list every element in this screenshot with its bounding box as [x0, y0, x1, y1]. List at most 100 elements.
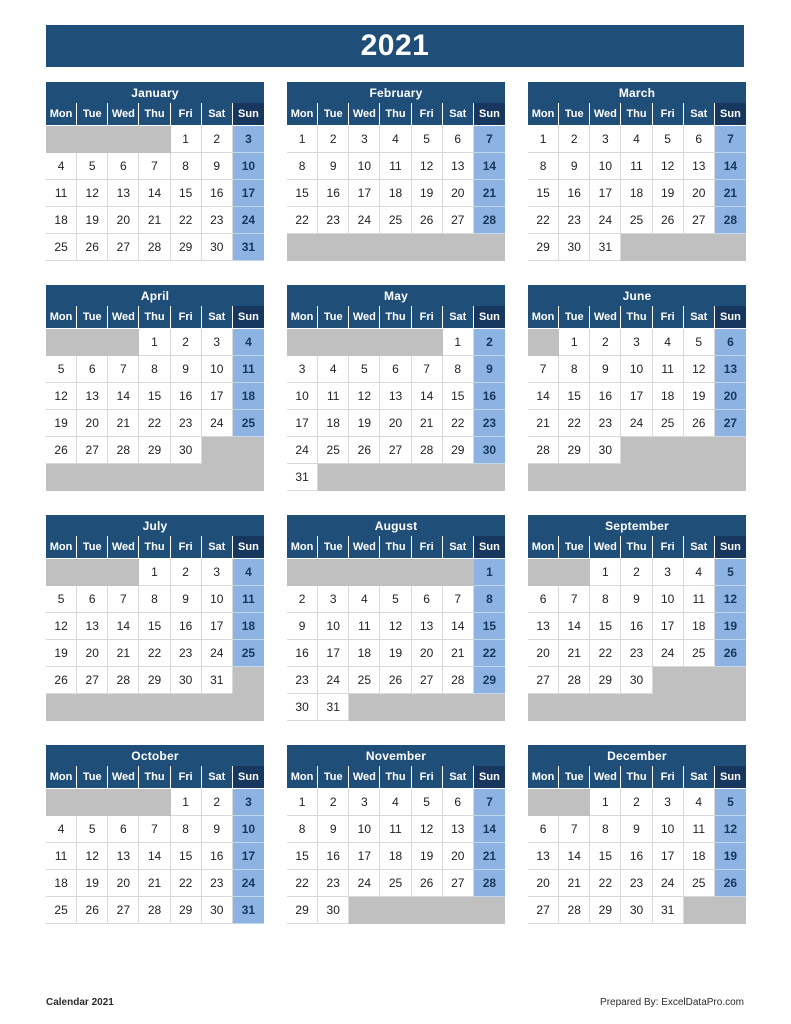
- day-cell[interactable]: 20: [528, 640, 560, 667]
- day-cell[interactable]: 2: [318, 789, 350, 816]
- day-cell[interactable]: 11: [683, 586, 715, 613]
- day-cell[interactable]: 19: [411, 180, 443, 207]
- day-cell[interactable]: 22: [287, 870, 319, 897]
- day-cell[interactable]: 1: [170, 789, 202, 816]
- day-cell[interactable]: 1: [287, 789, 319, 816]
- day-cell[interactable]: 5: [380, 586, 412, 613]
- day-cell[interactable]: 22: [139, 640, 171, 667]
- day-cell[interactable]: 20: [714, 383, 746, 410]
- day-cell[interactable]: 21: [473, 180, 505, 207]
- day-cell[interactable]: 8: [559, 356, 591, 383]
- day-cell[interactable]: 6: [714, 329, 746, 356]
- day-cell[interactable]: 6: [528, 586, 560, 613]
- day-cell[interactable]: 22: [442, 410, 474, 437]
- day-cell[interactable]: 6: [528, 816, 560, 843]
- day-cell[interactable]: 26: [77, 897, 109, 924]
- day-cell[interactable]: 24: [201, 410, 233, 437]
- day-cell[interactable]: 25: [232, 640, 264, 667]
- day-cell[interactable]: 4: [380, 789, 412, 816]
- day-cell[interactable]: 7: [528, 356, 560, 383]
- day-cell[interactable]: 12: [46, 383, 78, 410]
- day-cell[interactable]: 31: [201, 667, 233, 694]
- day-cell[interactable]: 31: [287, 464, 319, 491]
- day-cell[interactable]: 13: [442, 153, 474, 180]
- day-cell[interactable]: 7: [108, 356, 140, 383]
- day-cell[interactable]: 15: [139, 613, 171, 640]
- day-cell[interactable]: 10: [201, 356, 233, 383]
- day-cell[interactable]: 9: [559, 153, 591, 180]
- day-cell[interactable]: 8: [170, 153, 202, 180]
- day-cell[interactable]: 6: [77, 586, 109, 613]
- day-cell[interactable]: 24: [201, 640, 233, 667]
- day-cell[interactable]: 13: [380, 383, 412, 410]
- day-cell[interactable]: 9: [170, 356, 202, 383]
- day-cell[interactable]: 26: [380, 667, 412, 694]
- day-cell[interactable]: 2: [201, 789, 233, 816]
- day-cell[interactable]: 8: [590, 586, 622, 613]
- day-cell[interactable]: 7: [473, 126, 505, 153]
- day-cell[interactable]: 15: [559, 383, 591, 410]
- day-cell[interactable]: 5: [411, 789, 443, 816]
- day-cell[interactable]: 6: [380, 356, 412, 383]
- day-cell[interactable]: 27: [683, 207, 715, 234]
- day-cell[interactable]: 3: [621, 329, 653, 356]
- day-cell[interactable]: 5: [714, 559, 746, 586]
- day-cell[interactable]: 14: [411, 383, 443, 410]
- day-cell[interactable]: 31: [652, 897, 684, 924]
- day-cell[interactable]: 5: [349, 356, 381, 383]
- day-cell[interactable]: 10: [287, 383, 319, 410]
- day-cell[interactable]: 14: [139, 843, 171, 870]
- day-cell[interactable]: 7: [559, 586, 591, 613]
- day-cell[interactable]: 29: [287, 897, 319, 924]
- day-cell[interactable]: 18: [621, 180, 653, 207]
- day-cell[interactable]: 14: [108, 613, 140, 640]
- day-cell[interactable]: 9: [201, 816, 233, 843]
- day-cell[interactable]: 25: [46, 234, 78, 261]
- day-cell[interactable]: 7: [139, 153, 171, 180]
- day-cell[interactable]: 20: [108, 870, 140, 897]
- day-cell[interactable]: 8: [442, 356, 474, 383]
- day-cell[interactable]: 11: [652, 356, 684, 383]
- day-cell[interactable]: 1: [590, 559, 622, 586]
- day-cell[interactable]: 23: [170, 640, 202, 667]
- day-cell[interactable]: 29: [473, 667, 505, 694]
- day-cell[interactable]: 9: [590, 356, 622, 383]
- day-cell[interactable]: 22: [590, 640, 622, 667]
- day-cell[interactable]: 17: [652, 613, 684, 640]
- day-cell[interactable]: 20: [528, 870, 560, 897]
- day-cell[interactable]: 20: [442, 843, 474, 870]
- day-cell[interactable]: 5: [46, 586, 78, 613]
- day-cell[interactable]: 13: [77, 383, 109, 410]
- day-cell[interactable]: 5: [411, 126, 443, 153]
- day-cell[interactable]: 10: [318, 613, 350, 640]
- day-cell[interactable]: 15: [287, 843, 319, 870]
- day-cell[interactable]: 27: [108, 897, 140, 924]
- day-cell[interactable]: 23: [559, 207, 591, 234]
- day-cell[interactable]: 16: [201, 843, 233, 870]
- day-cell[interactable]: 16: [590, 383, 622, 410]
- day-cell[interactable]: 19: [652, 180, 684, 207]
- day-cell[interactable]: 24: [652, 640, 684, 667]
- day-cell[interactable]: 27: [442, 870, 474, 897]
- day-cell[interactable]: 30: [559, 234, 591, 261]
- day-cell[interactable]: 9: [318, 816, 350, 843]
- day-cell[interactable]: 12: [411, 816, 443, 843]
- day-cell[interactable]: 2: [318, 126, 350, 153]
- day-cell[interactable]: 8: [528, 153, 560, 180]
- day-cell[interactable]: 2: [559, 126, 591, 153]
- day-cell[interactable]: 22: [287, 207, 319, 234]
- day-cell[interactable]: 9: [621, 816, 653, 843]
- day-cell[interactable]: 13: [714, 356, 746, 383]
- day-cell[interactable]: 23: [473, 410, 505, 437]
- day-cell[interactable]: 27: [108, 234, 140, 261]
- day-cell[interactable]: 8: [139, 356, 171, 383]
- day-cell[interactable]: 4: [652, 329, 684, 356]
- day-cell[interactable]: 14: [108, 383, 140, 410]
- day-cell[interactable]: 29: [170, 234, 202, 261]
- day-cell[interactable]: 23: [621, 870, 653, 897]
- day-cell[interactable]: 17: [201, 613, 233, 640]
- day-cell[interactable]: 17: [652, 843, 684, 870]
- day-cell[interactable]: 21: [139, 870, 171, 897]
- day-cell[interactable]: 28: [139, 234, 171, 261]
- day-cell[interactable]: 25: [46, 897, 78, 924]
